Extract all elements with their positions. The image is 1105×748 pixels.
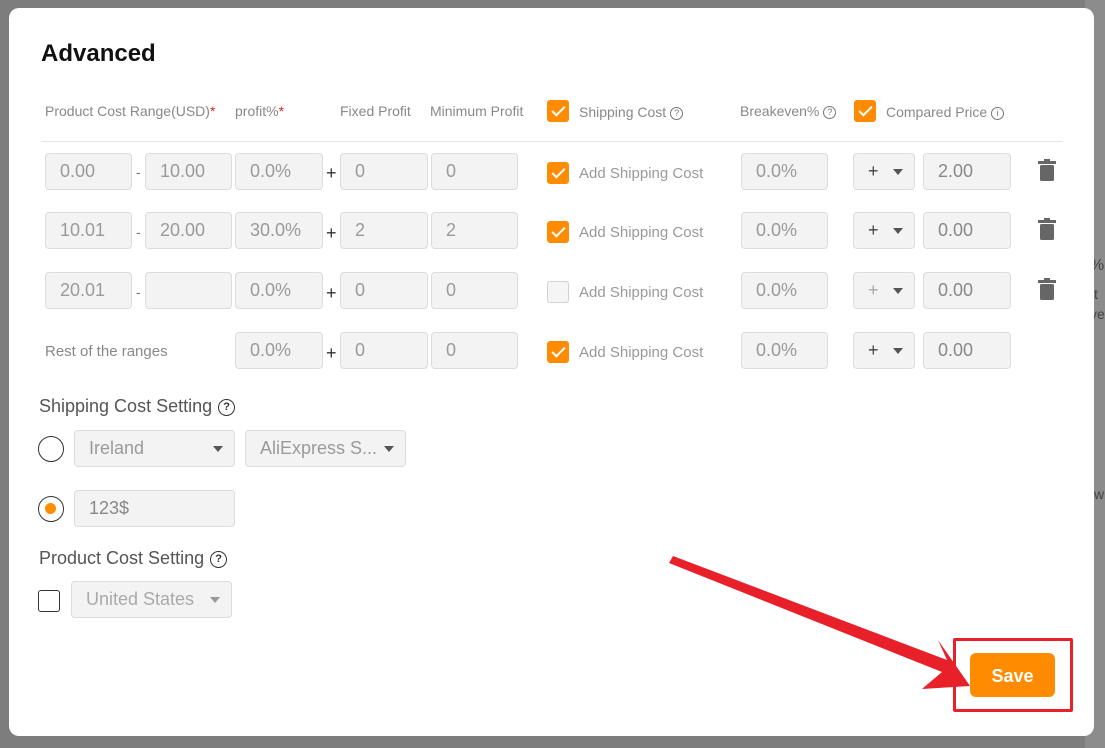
annotation-arrow xyxy=(669,556,970,689)
save-button[interactable]: Save xyxy=(970,653,1055,697)
